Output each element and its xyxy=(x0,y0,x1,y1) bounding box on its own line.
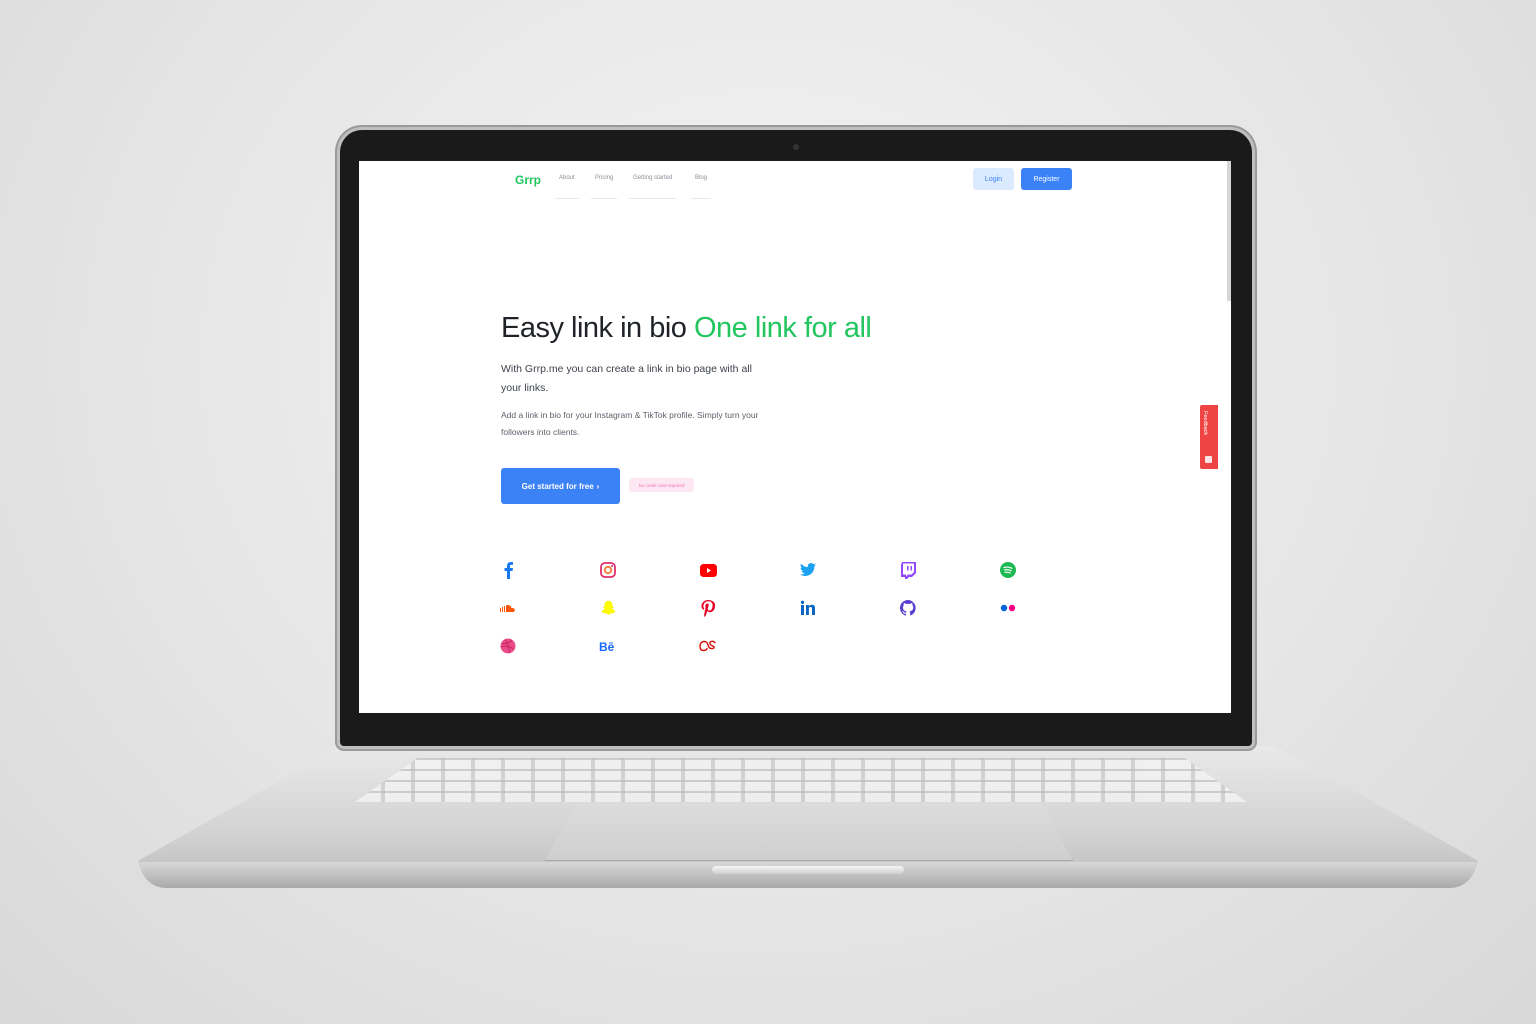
twitch-icon[interactable] xyxy=(899,561,917,579)
laptop-trackpad xyxy=(545,803,1073,861)
brand-logo[interactable]: Grrp xyxy=(515,173,541,187)
flickr-icon[interactable] xyxy=(999,599,1017,617)
get-started-button[interactable]: Get started for free › xyxy=(501,468,620,504)
spotify-icon[interactable] xyxy=(999,561,1017,579)
dribbble-icon[interactable] xyxy=(499,637,517,655)
hero-subtitle: With Grrp.me you can create a link in bi… xyxy=(501,363,752,394)
hero-headline: Easy link in bio One link for all xyxy=(501,312,872,345)
browser-viewport: Grrp About Pricing Getting started Blog … xyxy=(359,161,1231,713)
nav-link-blog[interactable]: Blog xyxy=(690,175,712,199)
svg-text:Bē: Bē xyxy=(599,640,615,652)
nav-link-pricing[interactable]: Pricing xyxy=(590,175,618,199)
login-button[interactable]: Login xyxy=(973,168,1014,190)
github-icon[interactable] xyxy=(899,599,917,617)
headline-main: Easy link in bio xyxy=(501,312,687,344)
soundcloud-icon[interactable] xyxy=(499,599,517,617)
top-navbar: Grrp About Pricing Getting started Blog … xyxy=(359,161,1231,201)
chevron-right-icon: › xyxy=(596,481,600,491)
feedback-tab[interactable]: Feedback xyxy=(1200,405,1218,469)
hero-description: Add a link in bio for your Instagram & T… xyxy=(501,410,759,437)
linkedin-icon[interactable] xyxy=(799,599,817,617)
lastfm-icon[interactable] xyxy=(699,637,717,655)
snapchat-icon[interactable] xyxy=(599,599,617,617)
get-started-label: Get started for free xyxy=(521,481,594,491)
headline-accent: One link for all xyxy=(694,312,872,344)
register-button[interactable]: Register xyxy=(1021,168,1072,190)
nav-link-getting-started[interactable]: Getting started xyxy=(628,175,677,199)
nav-link-about[interactable]: About xyxy=(555,175,579,199)
feedback-icon xyxy=(1205,456,1212,463)
pinterest-icon[interactable] xyxy=(699,599,717,617)
twitter-icon[interactable] xyxy=(799,561,817,579)
behance-icon[interactable]: Bē xyxy=(599,637,617,655)
facebook-icon[interactable] xyxy=(499,561,517,579)
youtube-icon[interactable] xyxy=(699,561,717,579)
no-credit-card-note: No credit card required xyxy=(629,478,694,492)
feedback-label: Feedback xyxy=(1202,411,1208,436)
laptop-scene: Grrp About Pricing Getting started Blog … xyxy=(0,0,1536,1024)
laptop-front-notch xyxy=(712,866,904,874)
camera-icon xyxy=(793,144,799,150)
laptop-keyboard-rows xyxy=(355,758,1247,802)
instagram-icon[interactable] xyxy=(599,561,617,579)
